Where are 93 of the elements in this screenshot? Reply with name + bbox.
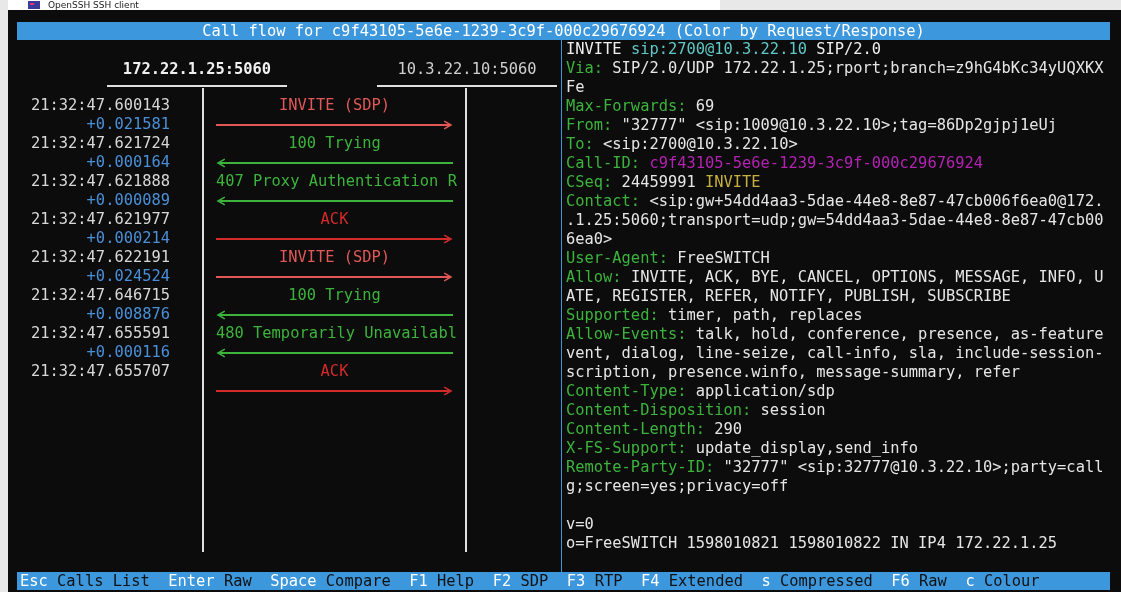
header-name: X-FS-Support: [566,439,687,457]
timestamp: 21:32:47.621888 [31,172,170,190]
header-value: INVITE [705,173,761,191]
message-label[interactable]: INVITE (SDP) [278,248,391,266]
shortcut-label: Compressed [780,572,873,590]
shortcut-key[interactable]: F3 [566,572,586,590]
shortcut-label: SDP [520,572,549,590]
header-value: o=FreeSWITCH 1598010821 1598010822 IN IP4 172.22.1.25 [566,534,1058,552]
timestamp: 21:32:47.655707 [31,362,170,380]
header-name: Allow-Events: [566,325,687,343]
timestamp: 21:32:47.621977 [31,210,170,228]
tab-title[interactable]: OpenSSH SSH client [48,0,139,10]
header-value: session [760,401,826,419]
header-name: To: [566,135,594,153]
header-value: INVITE, ACK, BYE, CANCEL, OPTIONS, MESSAGE, INFO, U [630,268,1104,286]
shortcut-key[interactable]: Esc [20,572,48,590]
message-label[interactable]: 100 Trying [288,286,381,304]
header-value: Fe [566,78,585,96]
header-value: vent, dialog, line-seize, call-info, sla, include-session- [566,344,1104,362]
shortcut-label: Raw [919,572,947,590]
header-name: User-Agent: [566,249,668,267]
message-label[interactable]: 100 Trying [288,134,381,152]
shortcut-label: Extended [668,572,743,590]
header-value: INVITE [566,40,622,58]
header-value: g;screen=yes;privacy=off [566,477,789,495]
header-name: Contact: [566,192,641,210]
shortcut-label: Colour [983,572,1040,590]
header-value: "32777" <sip:32777@10.3.22.10>;party=call [723,458,1104,476]
header-value: 290 [714,420,743,438]
shortcut-label: RTP [594,572,623,590]
header-name: Allow: [566,268,622,286]
shortcut-key[interactable]: Space [270,572,317,590]
shortcut-key[interactable]: F1 [409,572,428,590]
header-value: 24459991 [621,173,696,191]
host-header: 172.22.1.25:5060 [107,60,287,87]
message-label[interactable]: 480 Temporarily Unavailabl [216,324,457,342]
header-name: Call-ID: [566,154,641,172]
time-delta: +0.008876 [86,305,170,323]
header-value: update_display,send_info [695,439,919,457]
time-delta: +0.000214 [86,229,170,247]
message-label[interactable]: 407 Proxy Authentication R [216,172,457,190]
time-delta: +0.000116 [86,343,170,361]
message-label[interactable]: ACK [320,210,349,228]
message-label[interactable]: INVITE (SDP) [278,96,391,114]
host-header: 10.3.22.10:5060 [377,60,557,87]
header-name: CSeq: [566,173,613,191]
header-value: ATE, REGISTER, REFER, NOTIFY, PUBLISH, SUBSCRIBE [566,287,1011,305]
header-value: timer, path, replaces [667,306,863,324]
header-value: talk, hold, conference, presence, as-feature [695,325,1104,343]
shortcut-label: Raw [223,572,252,590]
header-value: "32777" <sip:1009@10.3.22.10>;tag=86Dp2gjpj1eUj [621,116,1058,134]
timestamp: 21:32:47.655591 [31,324,170,342]
header-value: application/sdp [695,382,835,400]
header-name: Content-Type: [566,382,687,400]
header-name: From: [566,116,613,134]
header-value: sip:2700@10.3.22.10 [630,40,807,58]
shortcut-label: Calls List [57,572,150,590]
header-value: SIP/2.0 [816,40,882,58]
header-value: .1.25:5060;transport=udp;gw=54dd4aa3-5dae-44e8-8e87-47cb00 [566,211,1104,229]
time-delta: +0.000089 [86,191,170,209]
terminal-icon [28,1,40,9]
timestamp: 21:32:47.622191 [31,248,170,266]
header-value: c9f43105-5e6e-1239-3c9f-000c29676924 [649,154,983,172]
header-value: scription, presence.winfo, message-summary, refer [566,363,1021,381]
shortcut-label: Help [437,572,475,590]
header-name: Content-Length: [566,420,705,438]
time-delta: +0.000164 [86,153,170,171]
shortcut-key[interactable]: c [965,572,975,590]
header-value: <sip:2700@10.3.22.10> [603,135,798,153]
header-name: Remote-Party-ID: [566,458,715,476]
header-name: Via: [566,59,604,77]
time-delta: +0.021581 [86,115,170,133]
header-value: 6ea0> [566,230,613,248]
time-delta: +0.024524 [86,267,170,285]
header-value: v=0 [566,515,594,533]
timestamp: 21:32:47.621724 [31,134,170,152]
header-name: Supported: [566,306,659,324]
timestamp: 21:32:47.646715 [31,286,170,304]
header-value: SIP/2.0/UDP 172.22.1.25;rport;branch=z9hG4bKc34yUQXKX [612,59,1104,77]
header-name: Max-Forwards: [566,97,687,115]
header-value: <sip:gw+54dd4aa3-5dae-44e8-8e87-47cb006f6ea0@172. [649,192,1104,210]
header-name: Content-Disposition: [566,401,752,419]
header-value: FreeSWITCH [677,249,770,267]
header-value: 69 [695,97,715,115]
shortcut-key[interactable]: F2 [492,572,512,590]
shortcut-key[interactable]: s [761,572,771,590]
shortcut-key[interactable]: F6 [891,572,910,590]
shortcut-key[interactable]: Enter [168,572,215,590]
shortcut-label: Compare [325,572,391,590]
shortcut-key[interactable]: F4 [641,572,660,590]
message-label[interactable]: ACK [320,362,349,380]
title-bar: Call flow for c9f43105-5e6e-1239-3c9f-000c29676924 (Color by Request/Response) [17,22,1110,40]
timestamp: 21:32:47.600143 [31,96,170,114]
